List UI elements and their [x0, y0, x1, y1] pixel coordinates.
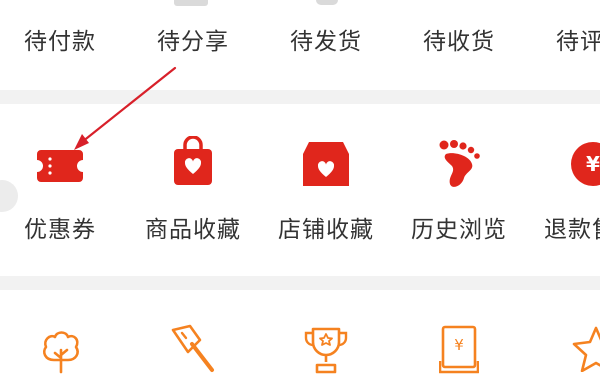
- refund-label[interactable]: 退款售: [532, 210, 600, 244]
- coupon-label[interactable]: 优惠券: [0, 210, 120, 244]
- refund-icon[interactable]: ¥: [570, 141, 600, 187]
- pending-share-icon: [174, 0, 208, 6]
- store-favorites-icon[interactable]: [303, 142, 349, 186]
- svg-text:¥: ¥: [454, 336, 464, 354]
- tools-panel: [0, 290, 600, 378]
- favorites-panel: [0, 104, 600, 276]
- store-favorites-label[interactable]: 店铺收藏: [266, 210, 386, 244]
- axe-icon[interactable]: [170, 322, 218, 374]
- history-label[interactable]: 历史浏览: [399, 210, 519, 244]
- product-favorites-icon[interactable]: [173, 136, 213, 186]
- history-footprint-icon[interactable]: [436, 140, 484, 190]
- order-tab-pending-receipt[interactable]: 待收货: [399, 22, 519, 56]
- svg-text:¥: ¥: [586, 152, 600, 176]
- order-tab-pending-shipment[interactable]: 待发货: [266, 22, 386, 56]
- tree-icon[interactable]: [38, 328, 84, 374]
- order-tab-pending-share[interactable]: 待分享: [133, 22, 253, 56]
- product-favorites-label[interactable]: 商品收藏: [133, 210, 253, 244]
- order-status-panel: 待付款 待分享 待发货 待收货 待评: [0, 0, 600, 90]
- order-tab-pending-review[interactable]: 待评: [532, 22, 600, 56]
- pending-shipment-icon: [316, 0, 338, 5]
- trophy-icon[interactable]: [303, 326, 349, 374]
- yuan-card-icon[interactable]: ¥: [439, 325, 479, 375]
- order-tab-pending-payment[interactable]: 待付款: [0, 22, 120, 56]
- coupon-icon[interactable]: [37, 150, 83, 182]
- star-icon[interactable]: [572, 326, 600, 372]
